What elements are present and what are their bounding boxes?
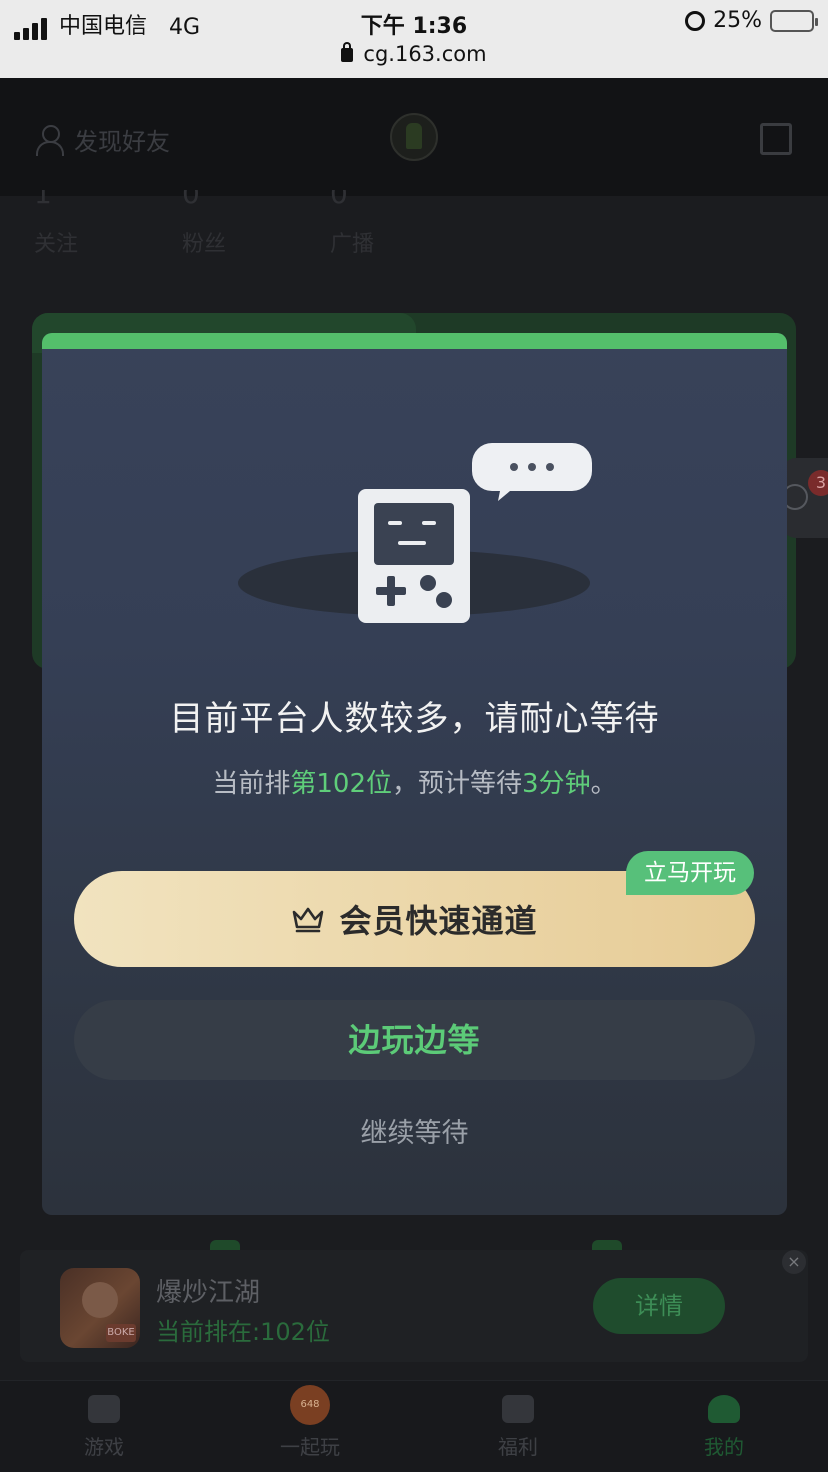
status-bar: 中国电信 4G 下午 1:36 25% cg.163.com xyxy=(0,0,828,78)
queue-position: 第102位 xyxy=(290,769,393,799)
status-right: 25% xyxy=(685,8,818,33)
modal-title: 目前平台人数较多，请耐心等待 xyxy=(169,699,660,739)
tab-label: 福利 xyxy=(498,1435,538,1459)
notification-badge: 3 xyxy=(808,470,828,496)
find-friends-label: 发现好友 xyxy=(74,128,170,156)
queue-middle: ，预计等待 xyxy=(392,769,523,799)
battery-percent: 25% xyxy=(713,8,762,33)
handheld-console-icon xyxy=(358,489,470,623)
keep-waiting-button[interactable]: 继续等待 xyxy=(42,1111,787,1150)
vip-button-label: 会员快速通道 xyxy=(339,902,538,940)
thumbnail-tag: BOKE xyxy=(106,1324,136,1342)
play-now-tag: 立马开玩 xyxy=(626,851,754,895)
tab-play-together[interactable]: 648 一起玩 xyxy=(240,1385,380,1460)
close-icon[interactable]: × xyxy=(782,1250,806,1274)
detail-button[interactable]: 详情 xyxy=(593,1278,725,1334)
stat-label: 广播 xyxy=(330,232,375,257)
stat-value: 1 xyxy=(34,190,52,210)
profile-icon xyxy=(708,1395,740,1423)
stat-followers[interactable]: 0 粉丝 xyxy=(182,190,226,258)
queue-status-bar: BOKE 爆炒江湖 当前排在:102位 详情 × xyxy=(20,1250,808,1362)
queue-status-text: 当前排第102位，预计等待3分钟。 xyxy=(42,763,787,800)
stat-label: 粉丝 xyxy=(182,232,227,257)
add-friend-icon xyxy=(36,124,68,156)
queue-modal: 目前平台人数较多，请耐心等待 当前排第102位，预计等待3分钟。 会员快速通道 … xyxy=(42,333,787,1215)
stat-following[interactable]: 1 关注 xyxy=(34,190,78,258)
stat-value: 0 xyxy=(182,190,200,210)
tab-games[interactable]: 游戏 xyxy=(34,1395,174,1460)
speech-bubble-icon xyxy=(472,443,592,501)
queue-suffix: 。 xyxy=(590,769,617,799)
stat-value: 0 xyxy=(330,190,348,210)
tab-mine[interactable]: 我的 xyxy=(654,1395,794,1460)
alarm-icon xyxy=(685,10,706,31)
gamepad-icon xyxy=(88,1395,120,1423)
edit-icon[interactable] xyxy=(760,123,792,155)
queue-prefix: 当前排 xyxy=(212,769,291,799)
stat-broadcast[interactable]: 0 广播 xyxy=(330,190,374,258)
avatar[interactable] xyxy=(390,113,438,161)
gift-icon xyxy=(502,1395,534,1423)
modal-accent-bar xyxy=(42,333,787,349)
lock-icon xyxy=(341,42,354,62)
tab-welfare[interactable]: 福利 xyxy=(448,1395,588,1460)
bottom-tab-bar: 游戏 648 一起玩 福利 我的 xyxy=(0,1380,828,1472)
wait-time: 3分钟 xyxy=(522,769,591,799)
address-bar[interactable]: cg.163.com xyxy=(0,42,828,66)
event-badge-icon: 648 xyxy=(290,1385,330,1425)
stat-label: 关注 xyxy=(34,232,79,257)
crown-icon xyxy=(293,907,324,933)
game-thumbnail[interactable]: BOKE xyxy=(60,1268,140,1348)
find-friends-button[interactable]: 发现好友 xyxy=(36,122,170,157)
tab-label: 我的 xyxy=(704,1435,744,1459)
tab-label: 一起玩 xyxy=(280,1435,340,1459)
background-strip xyxy=(32,1218,796,1252)
url-text: cg.163.com xyxy=(363,42,487,66)
tab-label: 游戏 xyxy=(84,1435,124,1459)
game-console-illustration xyxy=(238,443,592,623)
battery-icon xyxy=(770,9,818,32)
game-name: 爆炒江湖 xyxy=(156,1278,261,1308)
queue-position-text: 当前排在:102位 xyxy=(156,1318,330,1346)
play-while-waiting-button[interactable]: 边玩边等 xyxy=(74,1000,755,1080)
